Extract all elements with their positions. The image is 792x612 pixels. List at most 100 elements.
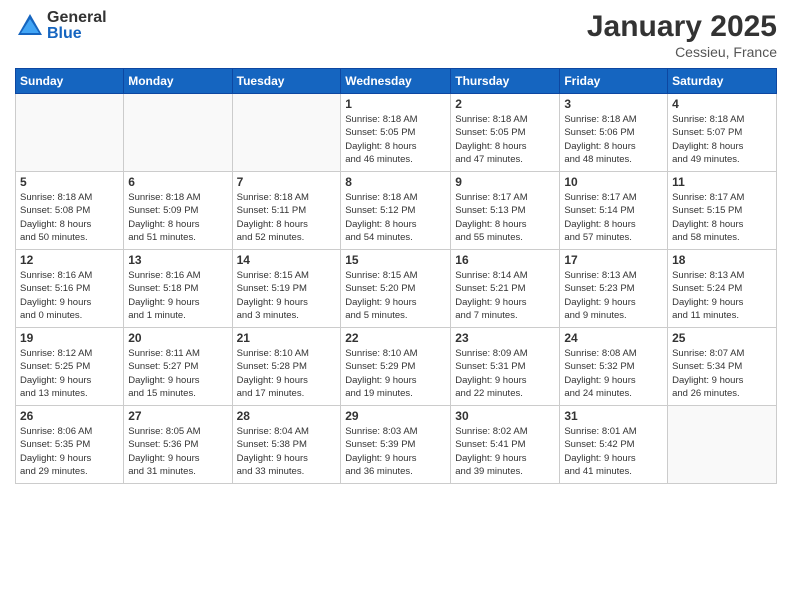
day-number: 24 [564, 331, 663, 345]
calendar-cell: 25Sunrise: 8:07 AM Sunset: 5:34 PM Dayli… [668, 328, 777, 406]
day-number: 13 [128, 253, 227, 267]
logo-icon [15, 11, 45, 41]
calendar-cell: 5Sunrise: 8:18 AM Sunset: 5:08 PM Daylig… [16, 172, 124, 250]
day-number: 23 [455, 331, 555, 345]
day-info: Sunrise: 8:18 AM Sunset: 5:08 PM Dayligh… [20, 191, 119, 244]
calendar-cell: 6 Sunrise: 8:18 AM Sunset: 5:09 PM Daylig… [124, 172, 232, 250]
calendar-cell: 29Sunrise: 8:03 AM Sunset: 5:39 PM Dayli… [341, 406, 451, 484]
weekday-header: Sunday [16, 69, 124, 94]
day-info: Sunrise: 8:01 AM Sunset: 5:42 PM Dayligh… [564, 425, 663, 478]
day-info: Sunrise: 8:07 AM Sunset: 5:34 PM Dayligh… [672, 347, 772, 400]
day-info: Sunrise: 8:05 AM Sunset: 5:36 PM Dayligh… [128, 425, 227, 478]
day-info: Sunrise: 8:18 AM Sunset: 5:05 PM Dayligh… [455, 113, 555, 166]
calendar-cell: 18 Sunrise: 8:13 AM Sunset: 5:24 PM Dayli… [668, 250, 777, 328]
day-number: 21 [237, 331, 337, 345]
day-number: 19 [20, 331, 119, 345]
day-info: Sunrise: 8:02 AM Sunset: 5:41 PM Dayligh… [455, 425, 555, 478]
day-info: Sunrise: 8:06 AM Sunset: 5:35 PM Dayligh… [20, 425, 119, 478]
calendar-cell: 13 Sunrise: 8:16 AM Sunset: 5:18 PM Dayli… [124, 250, 232, 328]
calendar-week-row: 26 Sunrise: 8:06 AM Sunset: 5:35 PM Dayli… [16, 406, 777, 484]
day-number: 29 [345, 409, 446, 423]
weekday-header: Tuesday [232, 69, 341, 94]
calendar-cell [668, 406, 777, 484]
day-info: Sunrise: 8:17 AM Sunset: 5:13 PM Dayligh… [455, 191, 555, 244]
calendar-cell: 8 Sunrise: 8:18 AM Sunset: 5:12 PM Daylig… [341, 172, 451, 250]
day-info: Sunrise: 8:09 AM Sunset: 5:31 PM Dayligh… [455, 347, 555, 400]
weekday-header: Thursday [451, 69, 560, 94]
day-number: 10 [564, 175, 663, 189]
day-number: 2 [455, 97, 555, 111]
calendar-cell: 30 Sunrise: 8:02 AM Sunset: 5:41 PM Dayli… [451, 406, 560, 484]
calendar-cell: 26 Sunrise: 8:06 AM Sunset: 5:35 PM Dayli… [16, 406, 124, 484]
day-info: Sunrise: 8:14 AM Sunset: 5:21 PM Dayligh… [455, 269, 555, 322]
calendar-cell [16, 94, 124, 172]
calendar-table: SundayMondayTuesdayWednesdayThursdayFrid… [15, 68, 777, 484]
calendar-container: General Blue January 2025 Cessieu, Franc… [0, 0, 792, 612]
day-info: Sunrise: 8:18 AM Sunset: 5:07 PM Dayligh… [672, 113, 772, 166]
day-info: Sunrise: 8:18 AM Sunset: 5:12 PM Dayligh… [345, 191, 446, 244]
calendar-cell: 4 Sunrise: 8:18 AM Sunset: 5:07 PM Daylig… [668, 94, 777, 172]
calendar-cell: 23 Sunrise: 8:09 AM Sunset: 5:31 PM Dayli… [451, 328, 560, 406]
calendar-cell [232, 94, 341, 172]
calendar-cell: 14 Sunrise: 8:15 AM Sunset: 5:19 PM Dayli… [232, 250, 341, 328]
location: Cessieu, France [587, 44, 777, 60]
logo-blue: Blue [47, 26, 107, 42]
day-info: Sunrise: 8:15 AM Sunset: 5:20 PM Dayligh… [345, 269, 446, 322]
day-number: 18 [672, 253, 772, 267]
day-number: 15 [345, 253, 446, 267]
day-number: 8 [345, 175, 446, 189]
day-info: Sunrise: 8:13 AM Sunset: 5:24 PM Dayligh… [672, 269, 772, 322]
day-number: 26 [20, 409, 119, 423]
calendar-cell: 31 Sunrise: 8:01 AM Sunset: 5:42 PM Dayli… [560, 406, 668, 484]
calendar-week-row: 5Sunrise: 8:18 AM Sunset: 5:08 PM Daylig… [16, 172, 777, 250]
header: General Blue January 2025 Cessieu, Franc… [15, 10, 777, 60]
day-info: Sunrise: 8:10 AM Sunset: 5:29 PM Dayligh… [345, 347, 446, 400]
calendar-cell: 27Sunrise: 8:05 AM Sunset: 5:36 PM Dayli… [124, 406, 232, 484]
calendar-cell: 10 Sunrise: 8:17 AM Sunset: 5:14 PM Dayli… [560, 172, 668, 250]
day-info: Sunrise: 8:17 AM Sunset: 5:14 PM Dayligh… [564, 191, 663, 244]
day-info: Sunrise: 8:16 AM Sunset: 5:16 PM Dayligh… [20, 269, 119, 322]
calendar-cell: 22Sunrise: 8:10 AM Sunset: 5:29 PM Dayli… [341, 328, 451, 406]
month-title: January 2025 [587, 10, 777, 44]
calendar-cell: 7Sunrise: 8:18 AM Sunset: 5:11 PM Daylig… [232, 172, 341, 250]
calendar-cell: 28Sunrise: 8:04 AM Sunset: 5:38 PM Dayli… [232, 406, 341, 484]
calendar-cell [124, 94, 232, 172]
weekday-header: Saturday [668, 69, 777, 94]
day-info: Sunrise: 8:16 AM Sunset: 5:18 PM Dayligh… [128, 269, 227, 322]
day-info: Sunrise: 8:18 AM Sunset: 5:09 PM Dayligh… [128, 191, 227, 244]
calendar-cell: 2 Sunrise: 8:18 AM Sunset: 5:05 PM Daylig… [451, 94, 560, 172]
day-number: 4 [672, 97, 772, 111]
calendar-cell: 19Sunrise: 8:12 AM Sunset: 5:25 PM Dayli… [16, 328, 124, 406]
calendar-cell: 20Sunrise: 8:11 AM Sunset: 5:27 PM Dayli… [124, 328, 232, 406]
weekday-header-row: SundayMondayTuesdayWednesdayThursdayFrid… [16, 69, 777, 94]
day-info: Sunrise: 8:18 AM Sunset: 5:06 PM Dayligh… [564, 113, 663, 166]
day-info: Sunrise: 8:13 AM Sunset: 5:23 PM Dayligh… [564, 269, 663, 322]
logo-general: General [47, 10, 107, 26]
day-info: Sunrise: 8:08 AM Sunset: 5:32 PM Dayligh… [564, 347, 663, 400]
day-number: 16 [455, 253, 555, 267]
day-number: 31 [564, 409, 663, 423]
day-number: 30 [455, 409, 555, 423]
day-number: 11 [672, 175, 772, 189]
day-info: Sunrise: 8:18 AM Sunset: 5:11 PM Dayligh… [237, 191, 337, 244]
calendar-cell: 15 Sunrise: 8:15 AM Sunset: 5:20 PM Dayli… [341, 250, 451, 328]
calendar-cell: 21Sunrise: 8:10 AM Sunset: 5:28 PM Dayli… [232, 328, 341, 406]
day-info: Sunrise: 8:15 AM Sunset: 5:19 PM Dayligh… [237, 269, 337, 322]
day-number: 28 [237, 409, 337, 423]
weekday-header: Friday [560, 69, 668, 94]
logo-text: General Blue [47, 10, 107, 42]
calendar-cell: 11 Sunrise: 8:17 AM Sunset: 5:15 PM Dayli… [668, 172, 777, 250]
day-info: Sunrise: 8:18 AM Sunset: 5:05 PM Dayligh… [345, 113, 446, 166]
day-number: 14 [237, 253, 337, 267]
day-number: 3 [564, 97, 663, 111]
calendar-cell: 16 Sunrise: 8:14 AM Sunset: 5:21 PM Dayli… [451, 250, 560, 328]
calendar-week-row: 19Sunrise: 8:12 AM Sunset: 5:25 PM Dayli… [16, 328, 777, 406]
calendar-header: SundayMondayTuesdayWednesdayThursdayFrid… [16, 69, 777, 94]
weekday-header: Monday [124, 69, 232, 94]
calendar-week-row: 12Sunrise: 8:16 AM Sunset: 5:16 PM Dayli… [16, 250, 777, 328]
day-info: Sunrise: 8:17 AM Sunset: 5:15 PM Dayligh… [672, 191, 772, 244]
day-number: 9 [455, 175, 555, 189]
calendar-body: 1Sunrise: 8:18 AM Sunset: 5:05 PM Daylig… [16, 94, 777, 484]
day-number: 6 [128, 175, 227, 189]
calendar-cell: 1Sunrise: 8:18 AM Sunset: 5:05 PM Daylig… [341, 94, 451, 172]
